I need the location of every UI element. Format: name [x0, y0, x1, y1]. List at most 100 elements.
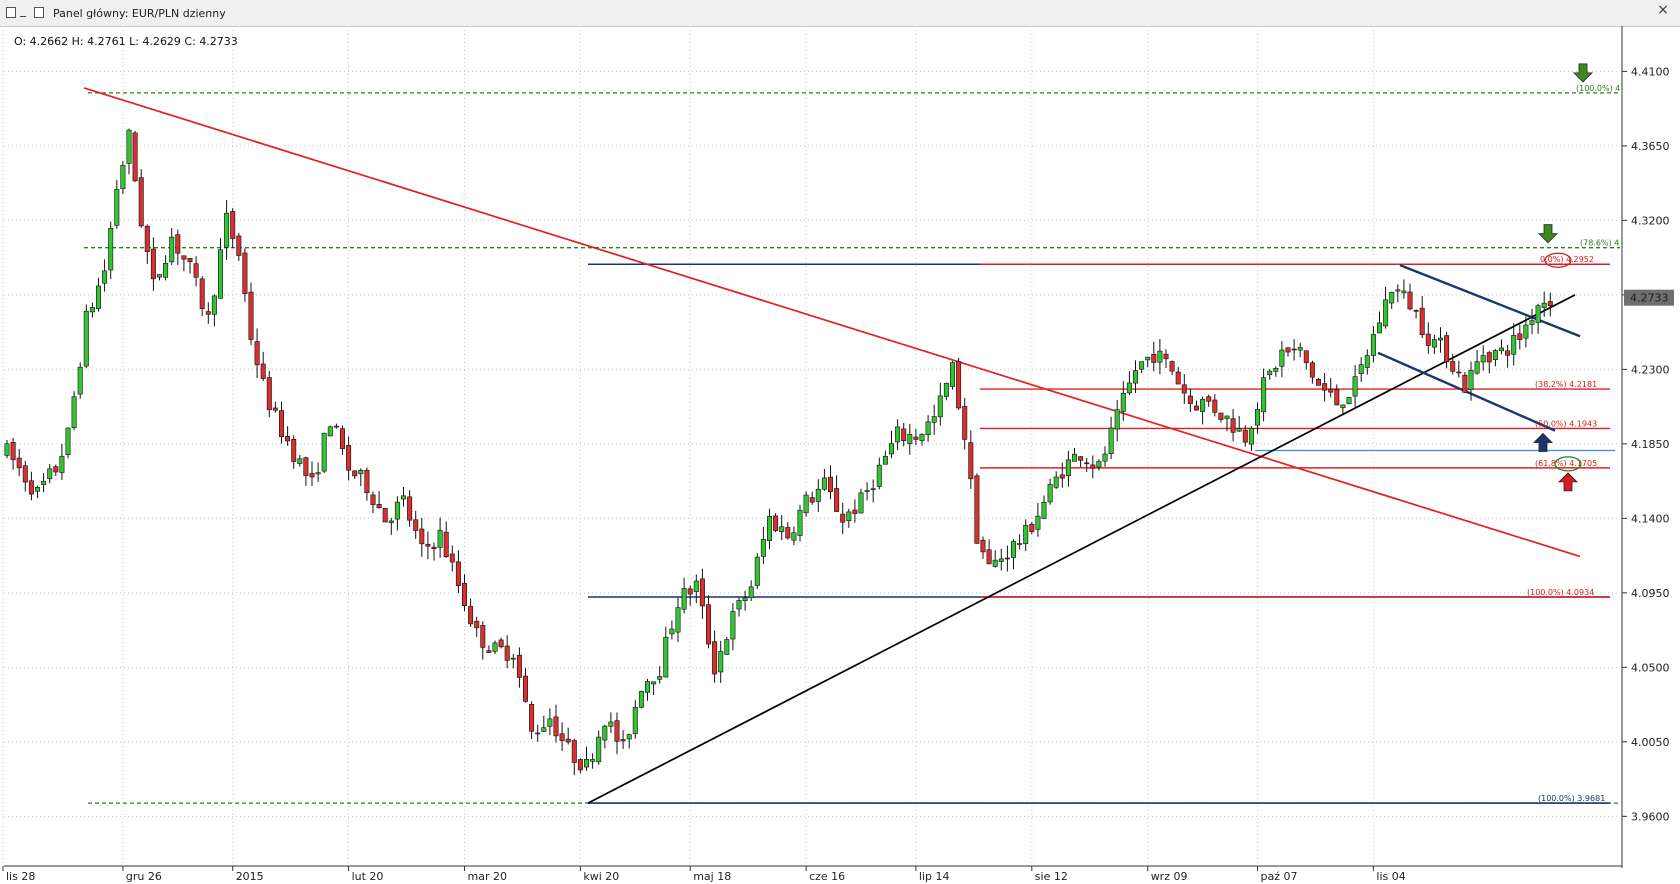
candle-up: [41, 481, 47, 485]
candle-up: [1261, 377, 1267, 413]
maximize-icon[interactable]: [34, 7, 44, 18]
candle-down: [1413, 310, 1419, 312]
candle-up: [4, 443, 10, 456]
y-tick-label: 4.0500: [1631, 661, 1670, 674]
candle-up: [321, 432, 327, 472]
minimize-icon[interactable]: _: [20, 3, 26, 17]
candle-down: [852, 509, 858, 514]
candle-up: [1438, 337, 1444, 341]
candle-down: [150, 248, 156, 280]
candle-down: [980, 539, 986, 553]
fibo-label: (61.8%) 4.1705: [1535, 459, 1597, 468]
candle-down: [461, 582, 467, 606]
y-tick-label: 4.1400: [1631, 512, 1670, 525]
candle-up: [1041, 501, 1047, 519]
close-icon[interactable]: ×: [1652, 2, 1674, 22]
candle-up: [803, 494, 809, 514]
candle-up: [626, 734, 632, 740]
candle-down: [1505, 350, 1511, 356]
candle-down: [28, 480, 34, 495]
candle-down: [498, 639, 504, 648]
candle-up: [388, 520, 394, 523]
candle-up: [779, 526, 785, 533]
candle-down: [364, 469, 370, 494]
candle-up: [126, 129, 132, 164]
x-tick-label: lis 28: [6, 870, 35, 883]
candle-down: [1462, 374, 1468, 393]
candle-up: [1523, 324, 1529, 339]
candle-up: [821, 477, 827, 490]
candle-down: [22, 465, 28, 483]
candle-up: [1511, 335, 1517, 355]
down-arrow-icon: [1573, 63, 1593, 83]
candle-down: [1078, 456, 1084, 461]
candle-up: [657, 676, 663, 680]
candle-down: [486, 650, 492, 653]
candle-down: [504, 645, 510, 661]
candle-down: [974, 475, 980, 544]
chart-plot[interactable]: (100.0%) 4 (78.6%) 4 0.0%) 4.2952 (38.2%) 4…: [0, 26, 1680, 884]
candle-down: [1309, 362, 1315, 378]
candle-up: [651, 681, 657, 685]
candle-down: [553, 716, 559, 737]
candle-down: [1090, 464, 1096, 469]
candle-up: [1139, 361, 1145, 370]
candle-down: [278, 410, 284, 437]
candle-up: [895, 426, 901, 443]
candle-up: [1358, 364, 1364, 374]
candle-down: [1425, 333, 1431, 346]
candle-up: [1273, 368, 1279, 372]
candle-up: [1023, 524, 1029, 545]
candle-up: [358, 470, 364, 475]
x-tick-label: lip 14: [919, 870, 950, 883]
candle-up: [114, 189, 120, 226]
candle-up: [766, 516, 772, 541]
candle-down: [346, 445, 352, 471]
candle-up: [71, 396, 77, 428]
x-tick-label: cze 16: [809, 870, 845, 883]
candle-down: [236, 235, 242, 256]
candle-down: [529, 704, 535, 732]
time-axis[interactable]: lis 28 gru 26 2015 lut 20 mar 20 kwi 20 maj 18…: [2, 865, 1622, 883]
fibo-label: (100.0%) 4: [1576, 84, 1620, 93]
ohlc-readout: O: 4.2662 H: 4.2761 L: 4.2629 C: 4.2733: [12, 35, 240, 48]
candle-up: [1352, 376, 1358, 397]
candle-up: [724, 639, 730, 655]
candle-up: [89, 307, 95, 313]
candle-down: [1486, 352, 1492, 363]
candle-up: [1431, 339, 1437, 348]
candle-up: [638, 691, 644, 708]
candle-up: [157, 274, 163, 278]
price-axis[interactable]: 4.41004.36504.32004.27504.23004.18504.14…: [1621, 26, 1674, 868]
candle-down: [455, 561, 461, 587]
candle-up: [1370, 334, 1376, 356]
candle-up: [693, 580, 699, 592]
window-menu-icon[interactable]: [6, 7, 16, 18]
candle-up: [1108, 427, 1114, 455]
candle-up: [669, 628, 675, 635]
x-tick-label: 2015: [236, 870, 264, 883]
candle-down: [1212, 399, 1218, 413]
candle-down: [352, 470, 358, 477]
candle-down: [1322, 383, 1328, 391]
candle-down: [382, 507, 388, 523]
candle-up: [998, 558, 1004, 562]
candle-up: [1035, 515, 1041, 530]
y-tick-label: 4.4100: [1631, 65, 1670, 78]
candle-up: [297, 458, 303, 464]
candle-up: [59, 455, 65, 473]
candle-down: [577, 759, 583, 771]
candle-up: [1255, 409, 1261, 426]
up-arrow-icon: [1533, 432, 1553, 452]
candle-down: [516, 654, 522, 678]
candle-up: [83, 310, 89, 367]
x-tick-label: sie 12: [1035, 870, 1068, 883]
candle-down: [254, 341, 260, 366]
x-tick-label: lis 04: [1376, 870, 1405, 883]
candle-up: [663, 636, 669, 678]
candle-up: [327, 426, 333, 437]
candle-up: [1114, 409, 1120, 430]
candle-up: [1126, 382, 1132, 394]
candle-down: [468, 606, 474, 625]
candle-up: [1096, 461, 1102, 468]
